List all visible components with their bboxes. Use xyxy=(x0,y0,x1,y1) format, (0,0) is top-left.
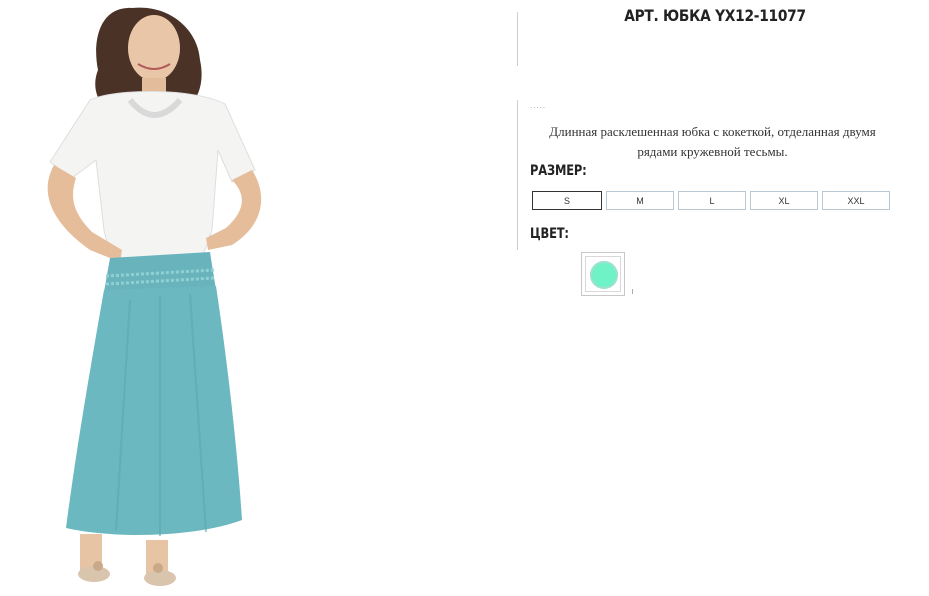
size-label: РАЗМЕР: xyxy=(530,163,587,179)
color-label: ЦВЕТ: xyxy=(530,226,569,242)
size-option-m[interactable]: M xyxy=(606,191,674,210)
product-description: Длинная расклешенная юбка с кокеткой, от… xyxy=(549,124,876,159)
size-option-xl[interactable]: XL xyxy=(750,191,818,210)
product-title: АРТ. ЮБКА YX12-11077 xyxy=(624,6,806,25)
breadcrumb-dots: ..... xyxy=(530,101,547,110)
size-option-l[interactable]: L xyxy=(678,191,746,210)
skirt-yoke xyxy=(104,252,216,292)
divider-line xyxy=(517,12,518,66)
swatch-frame xyxy=(585,256,621,292)
face xyxy=(128,15,180,81)
size-options: S M L XL XXL xyxy=(532,191,890,210)
product-photo xyxy=(47,7,262,586)
divider-line xyxy=(517,100,518,250)
size-option-s[interactable]: S xyxy=(532,191,602,210)
size-option-xxl[interactable]: XXL xyxy=(822,191,890,210)
divider-mark xyxy=(632,289,633,294)
color-dot xyxy=(590,261,618,289)
color-swatch[interactable] xyxy=(581,252,625,296)
skirt xyxy=(66,286,242,535)
